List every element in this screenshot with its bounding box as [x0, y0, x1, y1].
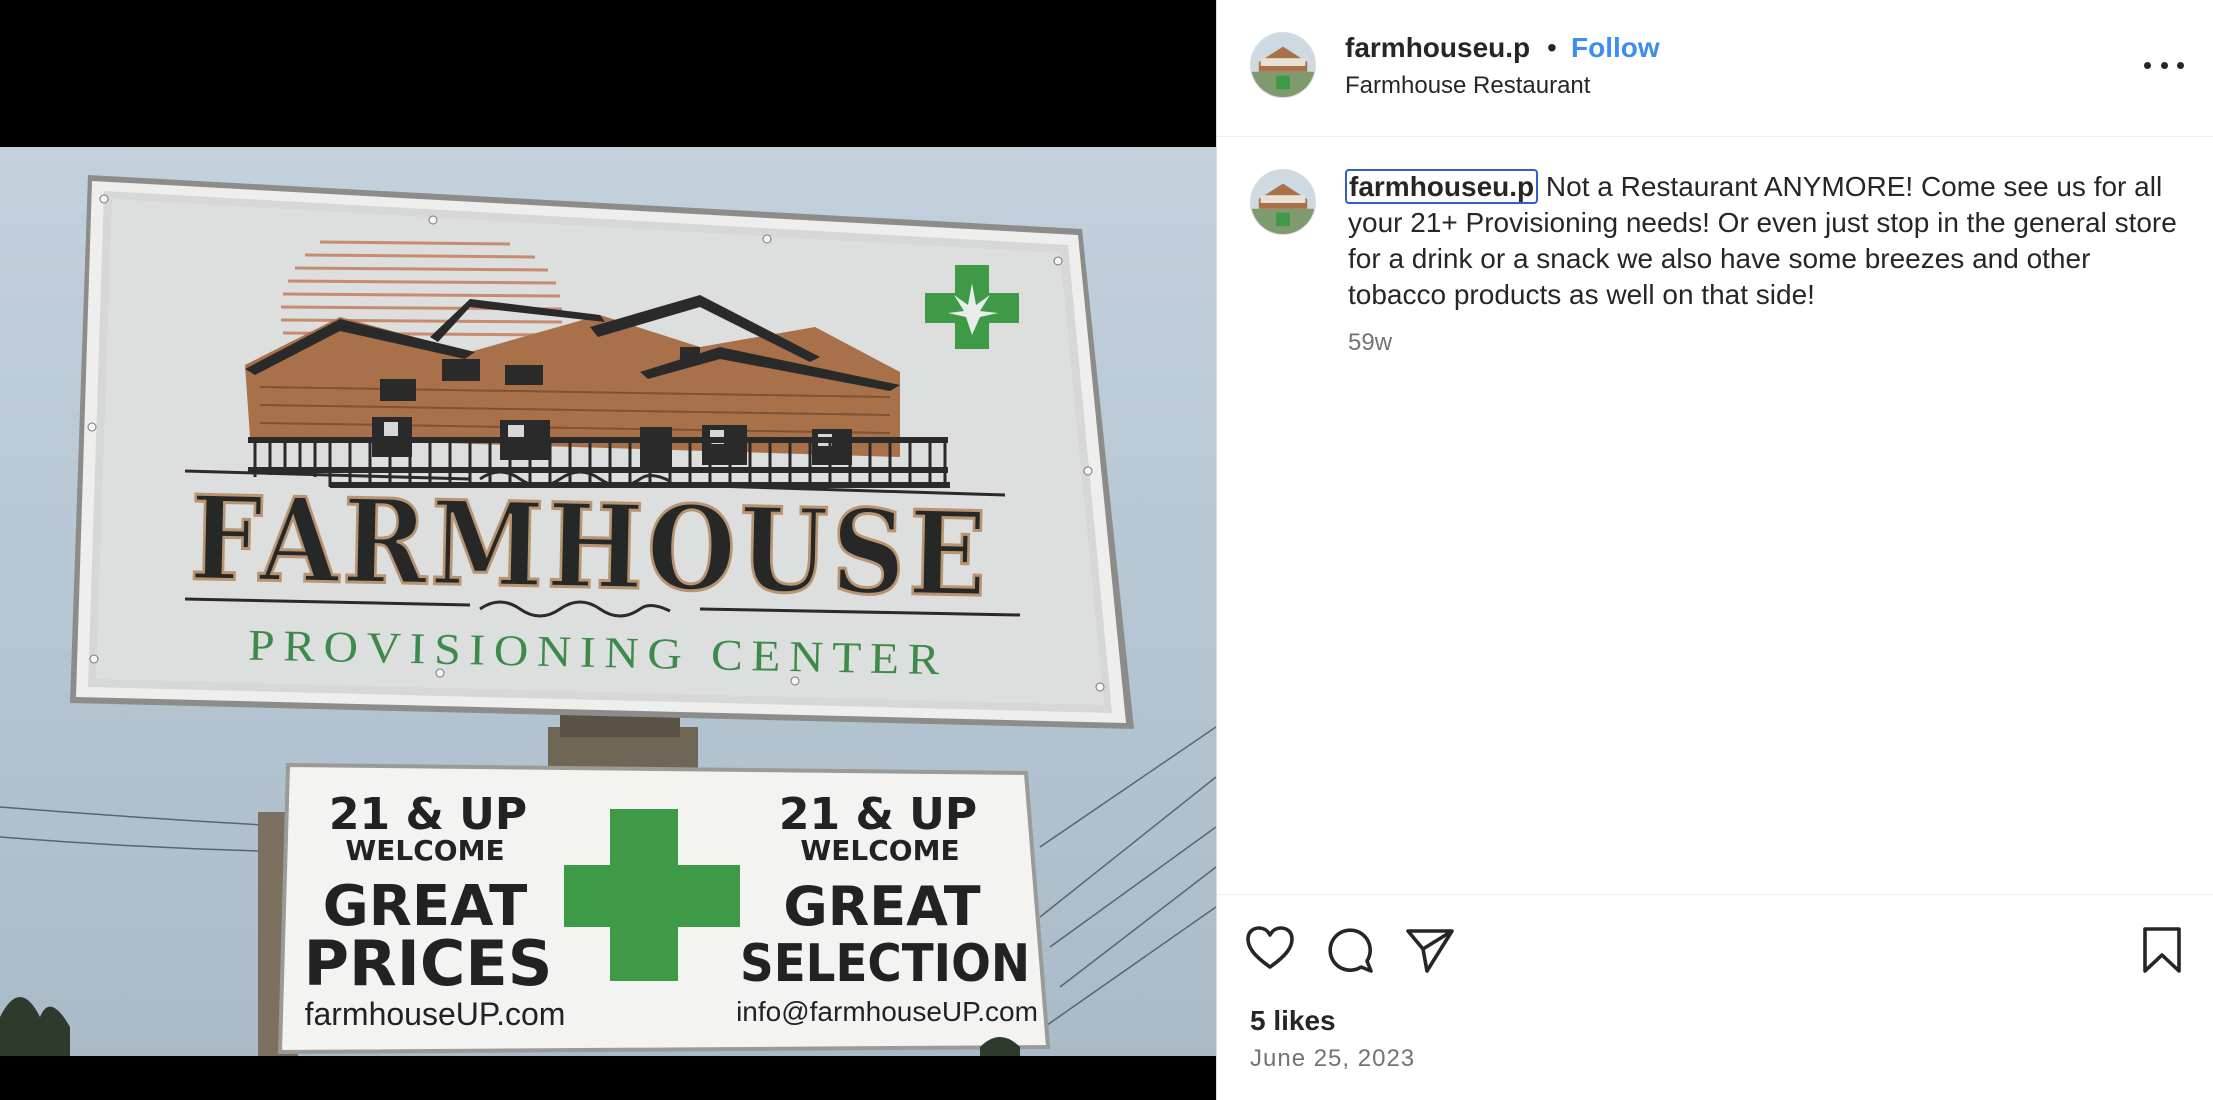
left-panel-url: farmhouseUP.com: [305, 996, 566, 1032]
follow-button[interactable]: Follow: [1571, 30, 1660, 66]
left-panel-line1: 21 & UP: [329, 789, 527, 840]
post-media: FARMHOUSE PROVISIONING CENTER 21 & UP WE…: [0, 0, 1216, 1100]
bookmark-icon[interactable]: [2135, 923, 2189, 977]
avatar-image: [1251, 33, 1315, 97]
avatar[interactable]: [1250, 32, 1316, 98]
caption-timestamp[interactable]: 59w: [1348, 327, 1392, 359]
post-header: farmhouseu.p • Follow Farmhouse Restaura…: [1217, 0, 2213, 137]
actions-bar: 5 likes June 25, 2023: [1217, 894, 2213, 1100]
main-sign: FARMHOUSE PROVISIONING CENTER: [70, 175, 1134, 729]
more-dot: [2160, 61, 2168, 69]
right-panel-line3: GREAT: [783, 875, 980, 938]
lower-sign: 21 & UP WELCOME GREAT PRICES 21 & UP WEL…: [277, 762, 1051, 1055]
right-panel-line2: WELCOME: [800, 834, 959, 867]
post-date: June 25, 2023: [1250, 1045, 1416, 1072]
right-panel-url: info@farmhouseUP.com: [736, 996, 1038, 1027]
share-icon[interactable]: [1403, 923, 1457, 977]
right-panel-line4: SELECTION: [740, 934, 1030, 994]
left-panel-line2: WELCOME: [345, 834, 504, 867]
heart-icon[interactable]: [1243, 923, 1297, 977]
caption-username[interactable]: farmhouseu.p: [1345, 169, 1539, 204]
caption-text-block: farmhouseu.p Not a Restaurant ANYMORE! C…: [1345, 169, 2188, 313]
likes-count[interactable]: 5 likes: [1250, 1003, 1336, 1039]
sign-title: FARMHOUSE: [189, 471, 992, 624]
caption-avatar[interactable]: [1250, 169, 1316, 235]
right-panel-line1: 21 & UP: [779, 789, 977, 840]
location-link[interactable]: Farmhouse Restaurant: [1345, 70, 1590, 102]
sign-photo-illustration: FARMHOUSE PROVISIONING CENTER 21 & UP WE…: [0, 147, 1216, 1056]
header-username[interactable]: farmhouseu.p: [1345, 30, 1530, 66]
more-dot: [2177, 61, 2184, 69]
post-sidebar: farmhouseu.p • Follow Farmhouse Restaura…: [1216, 0, 2213, 1100]
caption-section: farmhouseu.p Not a Restaurant ANYMORE! C…: [1217, 137, 2213, 894]
comment-icon[interactable]: [1323, 923, 1377, 977]
post-photo[interactable]: FARMHOUSE PROVISIONING CENTER 21 & UP WE…: [0, 147, 1216, 1056]
left-panel-line4: PRICES: [304, 927, 553, 1000]
avatar-image: [1251, 170, 1315, 234]
header-separator: •: [1547, 32, 1557, 63]
more-options-icon[interactable]: [2144, 50, 2184, 80]
more-dot: [2144, 61, 2151, 69]
post-dialog: FARMHOUSE PROVISIONING CENTER 21 & UP WE…: [0, 0, 2213, 1100]
